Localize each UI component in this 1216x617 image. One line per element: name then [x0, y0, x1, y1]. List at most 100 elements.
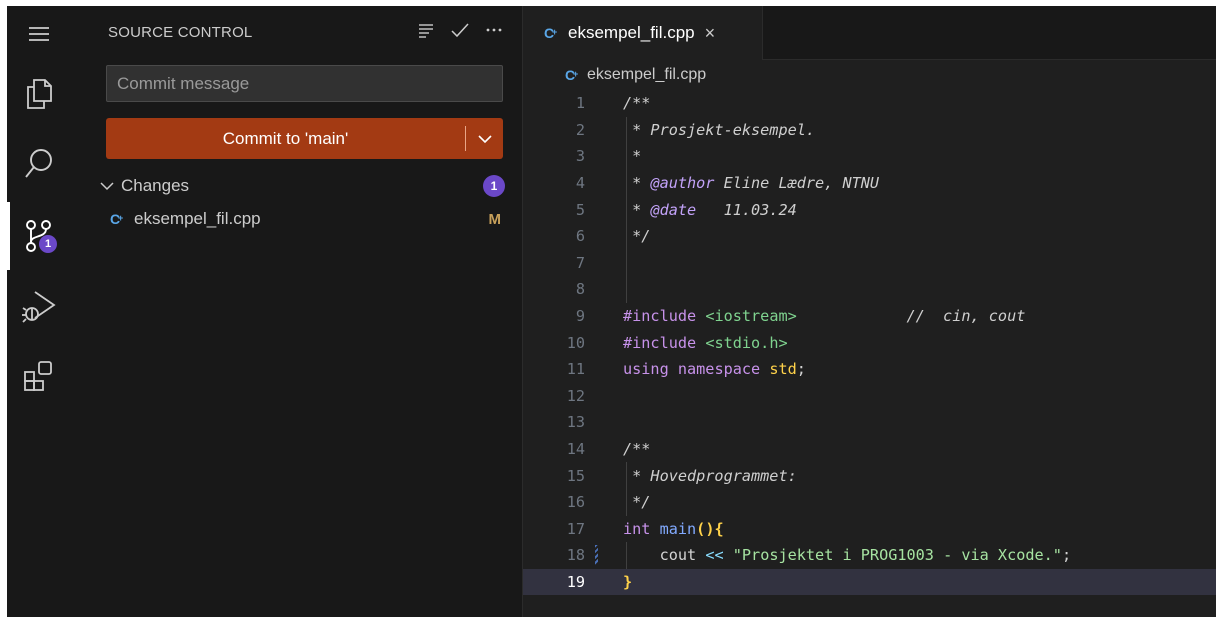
breadcrumb-file: eksempel_fil.cpp: [587, 66, 707, 83]
line-number: 6: [575, 227, 585, 246]
line-number: 11: [566, 360, 585, 379]
view-as-list-icon[interactable]: [416, 20, 436, 40]
code-text: using namespace std;: [623, 360, 806, 378]
line-number: 8: [575, 280, 585, 299]
extensions-button[interactable]: [7, 346, 71, 406]
code-line: 11 using namespace std;: [523, 356, 1216, 383]
code-line: 15 * Hovedprogrammet:: [523, 462, 1216, 489]
cpp-file-icon: [565, 66, 581, 83]
line-number: 4: [575, 174, 585, 193]
menu-icon: [29, 27, 49, 41]
modified-gutter-indicator[interactable]: [595, 545, 598, 566]
operator: <<: [705, 546, 724, 565]
code-text: * @author Eline Lædre, NTNU: [623, 174, 880, 193]
namespace-name: std: [769, 360, 797, 379]
changes-label: Changes: [121, 176, 190, 195]
chevron-down-icon: [477, 134, 492, 143]
line-number: 14: [566, 440, 585, 459]
line-number: 16: [566, 493, 585, 512]
doc-tag: @date: [650, 200, 697, 219]
changed-file-item[interactable]: eksempel_fil.cpp M: [110, 206, 509, 232]
code-line: 13: [523, 409, 1216, 436]
changes-count-badge: 1: [483, 175, 505, 197]
line-number: 3: [575, 147, 585, 166]
code-line: 18 cout << "Prosjektet i PROG1003 - via …: [523, 542, 1216, 569]
include-header: <stdio.h>: [705, 333, 788, 352]
tab-label: eksempel_fil.cpp: [568, 23, 695, 42]
string-literal: "Prosjektet i PROG1003 - via Xcode.": [732, 546, 1062, 565]
code-line: 4 * @author Eline Lædre, NTNU: [523, 169, 1216, 197]
line-number: 7: [575, 253, 585, 272]
preprocessor-directive: #include: [623, 307, 697, 326]
keyword: namespace: [677, 360, 761, 379]
more-icon[interactable]: [484, 20, 504, 40]
commit-check-icon[interactable]: [450, 20, 470, 40]
commit-dropdown-button[interactable]: [466, 118, 503, 159]
line-number: 18: [566, 546, 585, 565]
code-line: 7: [523, 249, 1216, 277]
code-line: 8: [523, 276, 1216, 303]
code-line: 6 */: [523, 223, 1216, 250]
commit-button-label[interactable]: Commit to 'main': [106, 118, 465, 159]
source-control-badge: 1: [39, 235, 57, 253]
code-line: 9 #include <iostream> // cin, cout: [523, 303, 1216, 330]
code-text: }: [623, 573, 632, 591]
code-text: #include <iostream> // cin, cout: [623, 307, 1025, 325]
preprocessor-directive: #include: [623, 333, 697, 352]
breadcrumb[interactable]: eksempel_fil.cpp: [565, 66, 706, 84]
indent-guide: [626, 249, 627, 277]
activity-bar: 1: [7, 6, 71, 617]
explorer-button[interactable]: [7, 64, 71, 124]
line-number: 13: [566, 413, 585, 432]
commit-message-input[interactable]: [106, 65, 503, 102]
code-text: * Hovedprogrammet:: [623, 466, 797, 485]
changes-group-header[interactable]: Changes 1: [99, 173, 509, 199]
line-number: 17: [566, 519, 585, 538]
indent-guide: [626, 276, 627, 303]
code-line: 3 *: [523, 143, 1216, 170]
function-name: main: [659, 519, 697, 538]
source-control-button[interactable]: 1: [7, 202, 71, 270]
code-line: 16 */: [523, 489, 1216, 516]
explorer-icon: [27, 79, 52, 109]
changed-file-name: eksempel_fil.cpp: [134, 209, 261, 228]
code-text: */: [623, 227, 651, 246]
menu-button[interactable]: [7, 6, 71, 62]
file-status-badge: M: [488, 210, 502, 228]
doc-text: Eline Lædre, NTNU: [714, 174, 880, 193]
code-text: int main(){: [623, 520, 724, 538]
code-text: * @date 11.03.24: [623, 200, 797, 219]
line-number: 9: [575, 307, 585, 326]
extensions-icon: [24, 361, 52, 391]
code-line: 1 /**: [523, 90, 1216, 117]
code-line: 12: [523, 383, 1216, 410]
close-icon[interactable]: ×: [705, 23, 716, 44]
punctuation: ;: [1061, 546, 1072, 565]
cpp-file-icon: [544, 24, 560, 41]
tab-eksempel-fil[interactable]: eksempel_fil.cpp ×: [523, 6, 763, 60]
line-number: 15: [566, 466, 585, 485]
editor-area: eksempel_fil.cpp × eksempel_fil.cpp 1 /*…: [523, 6, 1216, 617]
doc-tag: @author: [650, 174, 715, 193]
commit-button[interactable]: Commit to 'main': [106, 118, 503, 159]
code-text: */: [623, 493, 651, 512]
line-number: 2: [575, 120, 585, 139]
identifier: cout: [659, 546, 697, 565]
cpp-file-icon: [110, 210, 126, 227]
search-button[interactable]: [7, 134, 71, 194]
code-line: 10 #include <stdio.h>: [523, 329, 1216, 356]
vscode-window: 1 SOURCE CONTROL Commit to 'main': [7, 6, 1216, 617]
code-text: cout << "Prosjektet i PROG1003 - via Xco…: [623, 546, 1072, 565]
run-debug-button[interactable]: [7, 276, 71, 336]
panel-title: SOURCE CONTROL: [108, 24, 253, 41]
doc-text: 11.03.24: [696, 200, 797, 219]
code-line: 14 /**: [523, 436, 1216, 463]
code-comment: // cin, cout: [906, 307, 1026, 326]
open-brace: {: [714, 519, 724, 538]
code-text: *: [623, 147, 642, 166]
close-brace: }: [623, 573, 633, 592]
code-line-current: 19 }: [523, 568, 1216, 596]
line-number: 10: [566, 333, 585, 352]
line-number: 12: [566, 386, 585, 405]
code-text: * Prosjekt-eksempel.: [623, 120, 816, 139]
